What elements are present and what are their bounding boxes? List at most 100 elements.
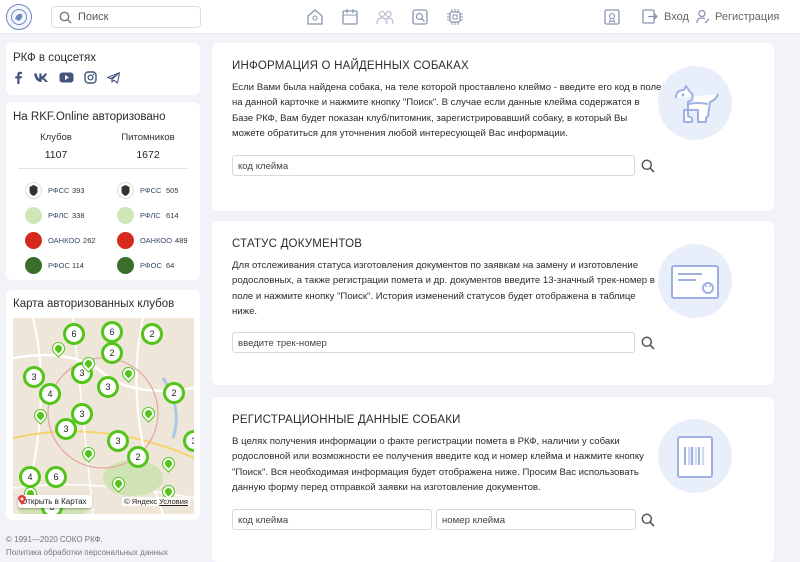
cluster-marker[interactable]: 3 [107,430,129,452]
federation-rfss-kennels[interactable]: РФСС 505 [117,182,179,199]
brand-code-field[interactable] [232,155,635,176]
map-pin-icon [18,495,26,505]
rkf-logo[interactable] [6,4,32,30]
found-dogs-description: Если Вами была найдена собака, на теле к… [232,82,662,140]
federation-clubs: 338 [72,211,85,220]
footer: © 1991—2020 СОКО РКФ. Политика обработки… [6,533,168,559]
dog-registration-card: РЕГИСТРАЦИОННЫЕ ДАННЫЕ СОБАКИ В целях по… [212,397,774,562]
federation-clubs: 262 [83,236,96,245]
kennels-stat: Питомников 1672 [108,132,188,161]
telegram-icon[interactable] [107,71,120,84]
people-icon[interactable] [376,8,394,26]
federation-rfls-clubs[interactable]: РФЛС 338 [25,207,85,224]
federation-kennels: 64 [166,261,175,270]
federation-rfos-clubs[interactable]: РФОС 114 [25,257,84,274]
document-status-title: СТАТУС ДОКУМЕНТОВ [232,238,363,250]
cluster-marker[interactable]: 6 [63,323,85,345]
calendar-icon[interactable] [341,8,359,26]
federation-name: ОАНКОО [48,236,81,245]
privacy-policy-link[interactable]: Политика обработки персональных данных [6,546,168,559]
search-box[interactable] [51,6,201,28]
search-button[interactable] [641,159,655,173]
chip-icon[interactable] [446,8,464,26]
rfss-emblem-icon [25,182,42,199]
social-title: РКФ в соцсетях [13,52,96,64]
cluster-marker[interactable]: 2 [127,446,149,468]
track-number-input[interactable] [233,334,634,353]
rfls-emblem-icon [117,207,134,224]
search-input[interactable] [78,9,196,25]
clubs-count: 1107 [44,149,68,161]
divider [18,168,188,169]
instagram-icon[interactable] [84,71,97,84]
search-doc-icon[interactable] [411,8,429,26]
cluster-marker[interactable]: 6 [101,321,123,343]
federation-clubs: 393 [72,186,85,195]
cluster-marker[interactable]: 4 [19,466,41,488]
map-attribution: © Яндекс Условия [122,497,190,506]
search-button[interactable] [641,513,655,527]
cluster-marker[interactable]: 3 [55,418,77,440]
facebook-icon[interactable] [13,71,23,84]
document-illustration [658,244,732,318]
open-in-maps-label: Открыть в Картах [21,497,87,506]
cluster-marker[interactable]: 3 [97,376,119,398]
certificate-icon[interactable] [604,9,620,25]
login-icon [642,9,658,24]
federation-oankoo-clubs[interactable]: ОАНКОО 262 [25,232,96,249]
cluster-marker[interactable]: 6 [45,466,67,488]
brand-number-field[interactable] [436,509,636,530]
clubs-label: Клубов [40,132,72,143]
social-card: РКФ в соцсетях [6,43,200,95]
federation-rfss-clubs[interactable]: РФСС 393 [25,182,85,199]
federation-name: РФОС [48,261,70,270]
federation-kennels: 614 [166,211,179,220]
track-number-field[interactable] [232,332,635,353]
dog-illustration [658,66,732,140]
cluster-marker[interactable]: 4 [39,383,61,405]
home-icon[interactable] [306,8,324,26]
cluster-marker[interactable]: 3 [23,366,45,388]
cluster-marker[interactable]: 2 [163,382,185,404]
brand-code-field[interactable] [232,509,432,530]
stats-title: На RKF.Online авторизовано [13,111,166,123]
brand-number-input[interactable] [437,511,635,530]
cluster-marker[interactable]: 2 [101,342,123,364]
rfls-emblem-icon [25,207,42,224]
clubs-map-card: Карта авторизованных клубов 662233342333… [6,290,200,520]
rfos-emblem-icon [25,257,42,274]
federation-kennels: 505 [166,186,179,195]
federation-name: РФСС [140,186,162,195]
kennels-label: Питомников [121,132,175,143]
brand-code-input[interactable] [233,157,634,176]
register-label: Регистрация [715,10,780,23]
rfss-emblem-icon [117,182,134,199]
yandex-attribution: © Яндекс [124,497,158,506]
oankoo-emblem-icon [25,232,42,249]
federation-rfos-kennels[interactable]: РФОС 64 [117,257,174,274]
authorized-stats-card: На RKF.Online авторизовано Клубов 1107 П… [6,102,200,280]
register-link[interactable]: Регистрация [696,9,779,24]
search-button[interactable] [641,336,655,350]
cluster-marker[interactable]: 2 [141,323,163,345]
main-nav [306,8,464,26]
dog-registration-title: РЕГИСТРАЦИОННЫЕ ДАННЫЕ СОБАКИ [232,414,461,426]
barcode-illustration [658,419,732,493]
search-icon [59,11,72,24]
open-in-maps-button[interactable]: Открыть в Картах [18,495,92,508]
clubs-map[interactable]: 66223334233323645 Открыть в Картах © Янд… [13,318,194,514]
federation-oankoo-kennels[interactable]: ОАНКОО 489 [117,232,188,249]
federation-rfls-kennels[interactable]: РФЛС 614 [117,207,179,224]
terms-link[interactable]: Условия [159,497,188,506]
login-link[interactable]: Вход [642,9,689,24]
kennels-count: 1672 [136,149,160,161]
document-status-card: СТАТУС ДОКУМЕНТОВ Для отслеживания стату… [212,221,774,385]
rfos-emblem-icon [117,257,134,274]
vk-icon[interactable] [33,72,49,83]
federation-name: ОАНКОО [140,236,173,245]
map-title: Карта авторизованных клубов [13,298,175,310]
brand-code-input[interactable] [233,511,431,530]
top-header: Вход Регистрация [0,0,800,34]
found-dogs-card: ИНФОРМАЦИЯ О НАЙДЕННЫХ СОБАКАХ Если Вами… [212,43,774,211]
youtube-icon[interactable] [59,72,74,83]
